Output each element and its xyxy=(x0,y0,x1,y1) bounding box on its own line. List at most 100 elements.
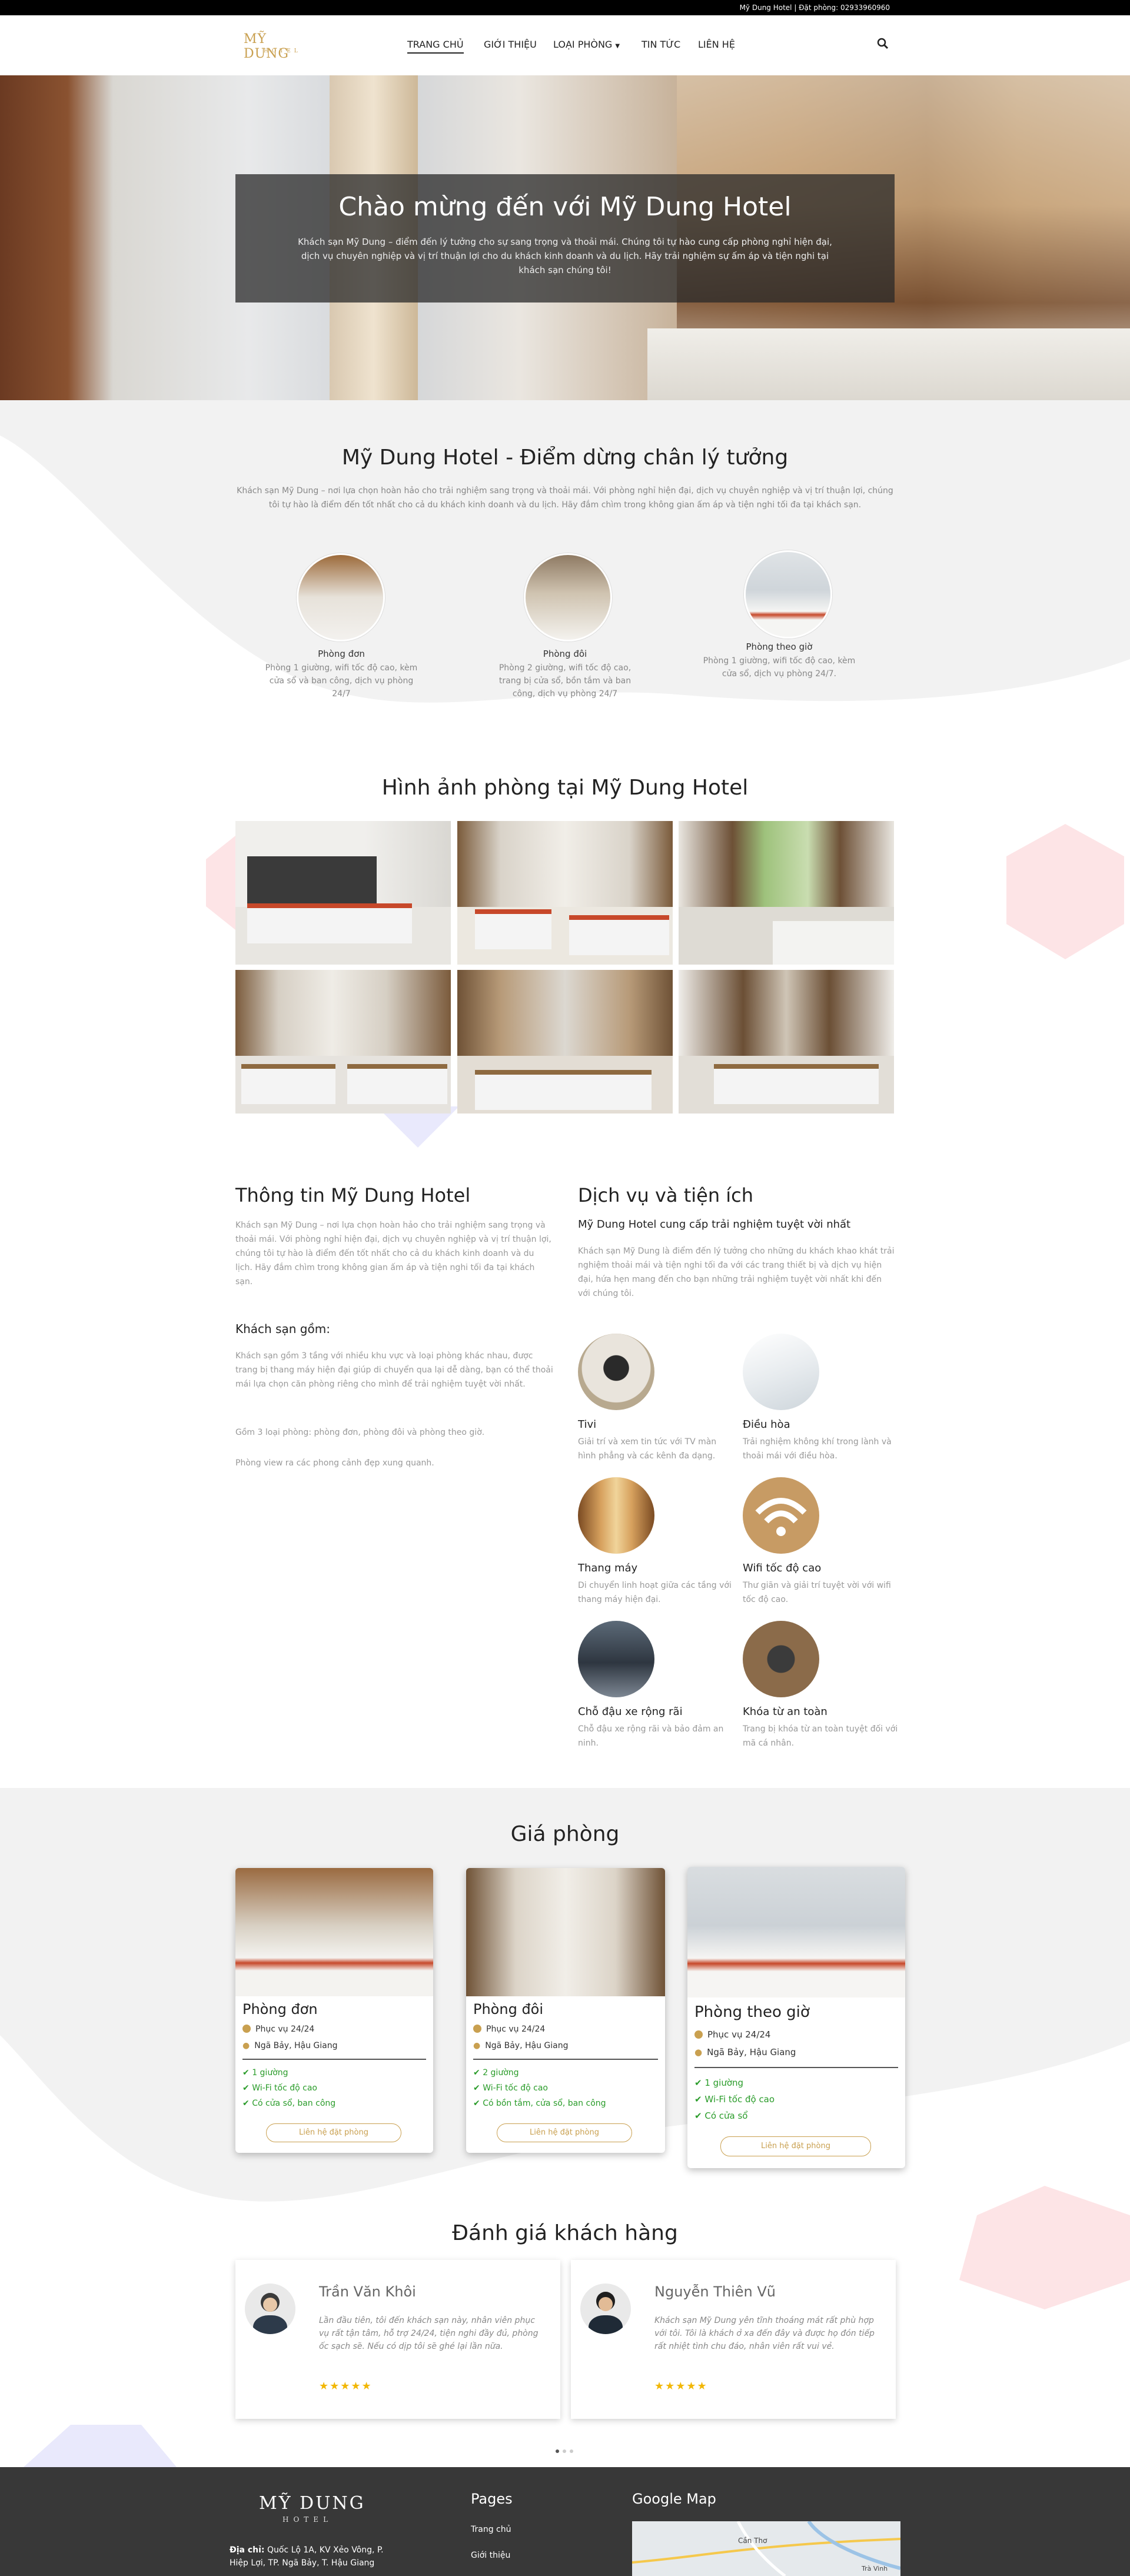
gallery-photo-1[interactable] xyxy=(235,821,451,965)
nav-news[interactable]: TIN TỨC xyxy=(642,39,680,50)
carousel-dots xyxy=(556,2449,574,2454)
location-pin-icon: ● xyxy=(473,2041,481,2050)
room-hourly-image[interactable] xyxy=(744,550,832,639)
rating-stars: ★★★★★ xyxy=(319,2380,373,2392)
service-ac-name: Điều hòa xyxy=(743,1418,790,1431)
hotel-logo[interactable]: MỸ DUNG HOTEL xyxy=(244,32,317,61)
gallery-photo-4[interactable] xyxy=(235,970,451,1114)
service-lock-name: Khóa từ an toàn xyxy=(743,1706,827,1718)
service-elevator-desc: Di chuyển linh hoạt giữa các tầng với th… xyxy=(578,1581,732,1604)
price-card-double-image xyxy=(466,1868,665,1996)
feature-3: ✔ Có cửa sổ, ban công xyxy=(242,2099,336,2108)
logo-sub: HOTEL xyxy=(264,48,301,54)
map-label-can-tho: Cần Thơ xyxy=(738,2537,767,2545)
price-card-hourly-location: ● Ngã Bảy, Hậu Giang xyxy=(694,2047,796,2058)
carousel-dot[interactable] xyxy=(563,2449,566,2453)
price-card-hourly-feature-3: Có cửa sổ xyxy=(704,2110,748,2121)
price-card-single-button[interactable]: Liên hệ đặt phòng xyxy=(266,2123,401,2142)
price-card-hourly: Phòng theo giờ Phục vụ 24/24 ● Ngã Bảy, H… xyxy=(687,1867,905,2168)
service-icon xyxy=(473,2025,481,2033)
room-single-image[interactable] xyxy=(297,553,385,641)
footer-map-title: Google Map xyxy=(632,2491,716,2507)
location-pin-icon: ● xyxy=(242,2041,250,2050)
price-card-double-feature-3: Có bồn tắm, cửa sổ, ban công xyxy=(483,2099,606,2108)
wifi-image xyxy=(743,1477,819,1554)
map-label-tra-vinh: Trà Vinh xyxy=(862,2565,888,2572)
service-tv-desc: Giải trí và xem tin tức với TV màn hình … xyxy=(578,1437,717,1461)
price-card-single-feature-1: 1 giường xyxy=(252,2068,288,2078)
gallery-photo-2[interactable] xyxy=(457,821,673,965)
price-card-single-service-text: Phục vụ 24/24 xyxy=(255,2025,315,2034)
about-subtitle: Khách sạn gồm: xyxy=(235,1322,330,1336)
price-card-hourly-button[interactable]: Liên hệ đặt phòng xyxy=(720,2136,871,2156)
nav-contact[interactable]: LIÊN HỆ xyxy=(698,39,735,50)
room-double-image[interactable] xyxy=(524,553,612,641)
services-title: Dịch vụ và tiện ích xyxy=(578,1184,754,1206)
footer-address-label: Địa chỉ: xyxy=(230,2545,265,2555)
search-icon[interactable] xyxy=(876,36,890,51)
about-p2: Khách sạn gồm 3 tầng với nhiều khu vực v… xyxy=(235,1351,553,1389)
price-card-hourly-image xyxy=(687,1867,905,1997)
price-card-single: Phòng đơn Phục vụ 24/24 ● Ngã Bảy, Hậu Gi… xyxy=(235,1868,433,2153)
top-bar: Mỹ Dung Hotel | Đặt phòng: 02933960960 xyxy=(0,0,1130,15)
carousel-dot-active[interactable] xyxy=(556,2449,559,2453)
tv-image xyxy=(578,1334,654,1410)
nav-home[interactable]: TRANG CHỦ xyxy=(407,39,464,54)
service-wifi-name: Wifi tốc độ cao xyxy=(743,1562,822,1574)
caret-down-icon: ▼ xyxy=(615,43,620,49)
price-card-double: Phòng đôi Phục vụ 24/24 ● Ngã Bảy, Hậu Gi… xyxy=(466,1868,665,2153)
price-card-hourly-divider xyxy=(694,2067,898,2068)
review-text: Lần đầu tiên, tôi đến khách sạn này, nhâ… xyxy=(319,2316,539,2351)
nav-room-types-label: LOẠI PHÒNG xyxy=(553,39,613,50)
map-roads xyxy=(632,2521,900,2576)
feature-2: ✔ Wi-Fi tốc độ cao xyxy=(473,2083,548,2093)
intro-title: Mỹ Dung Hotel - Điểm dừng chân lý tưởng xyxy=(341,446,789,470)
services-text: Khách sạn Mỹ Dung là điểm đến lý tưởng c… xyxy=(578,1247,895,1298)
feature-3: ✔ Có cửa sổ xyxy=(694,2110,748,2121)
price-card-single-location: ● Ngã Bảy, Hậu Giang xyxy=(242,2041,337,2050)
price-card-single-title: Phòng đơn xyxy=(242,2001,318,2017)
room-single-name: Phòng đơn xyxy=(318,649,365,659)
google-map[interactable]: Cần Thơ Trà Vinh xyxy=(632,2521,900,2576)
lock-image xyxy=(743,1621,819,1697)
nav-room-types[interactable]: LOẠI PHÒNG ▼ xyxy=(553,39,620,50)
price-card-hourly-service-text: Phục vụ 24/24 xyxy=(707,2029,771,2040)
service-wifi-desc: Thư giãn và giải trí tuyệt vời với wifi … xyxy=(743,1581,891,1604)
price-card-single-feature-2: Wi-Fi tốc độ cao xyxy=(252,2083,317,2093)
footer-logo-sub: HOTEL xyxy=(282,2515,333,2524)
footer-pages-title: Pages xyxy=(471,2491,513,2507)
price-card-single-feature-3: Có cửa sổ, ban công xyxy=(252,2099,336,2108)
review-card-2: Nguyễn Thiên Vũ Khách sạn Mỹ Dung yên tĩ… xyxy=(571,2260,896,2419)
parking-image xyxy=(578,1621,654,1697)
hero-text: Khách sạn Mỹ Dung – điểm đến lý tưởng ch… xyxy=(298,237,832,275)
top-bar-text: Mỹ Dung Hotel | Đặt phòng: 02933960960 xyxy=(739,4,890,12)
footer-logo-main: MỸ DUNG xyxy=(259,2493,365,2514)
gallery-photo-6[interactable] xyxy=(679,970,894,1114)
service-icon xyxy=(694,2030,703,2039)
service-ac-desc: Trải nghiệm không khí trong lành và thoả… xyxy=(743,1437,892,1461)
gallery-photo-5[interactable] xyxy=(457,970,673,1114)
feature-3: ✔ Có bồn tắm, cửa sổ, ban công xyxy=(473,2099,606,2108)
carousel-dot[interactable] xyxy=(570,2449,573,2453)
price-card-single-divider xyxy=(242,2059,426,2060)
feature-1: ✔ 1 giường xyxy=(242,2068,288,2078)
price-card-double-button[interactable]: Liên hệ đặt phòng xyxy=(497,2123,632,2142)
price-card-double-location: ● Ngã Bảy, Hậu Giang xyxy=(473,2041,568,2050)
price-card-double-feature-2: Wi-Fi tốc độ cao xyxy=(483,2083,548,2093)
footer-link-about[interactable]: Giới thiệu xyxy=(471,2551,510,2560)
room-double-name: Phòng đôi xyxy=(543,649,587,659)
footer-link-home[interactable]: Trang chủ xyxy=(471,2525,511,2534)
about-p4: Phòng view ra các phong cảnh đẹp xung qu… xyxy=(235,1458,434,1468)
service-elevator-name: Thang máy xyxy=(578,1562,638,1574)
reviews-title: Đánh giá khách hàng xyxy=(452,2221,678,2245)
review-text: Khách sạn Mỹ Dung yên tĩnh thoáng mát rấ… xyxy=(654,2316,875,2351)
review-card-1: Trần Văn Khôi Lần đầu tiên, tôi đến khác… xyxy=(235,2260,560,2419)
price-card-hourly-service: Phục vụ 24/24 xyxy=(694,2029,770,2040)
intro-text: Khách sạn Mỹ Dung – nơi lựa chọn hoàn hả… xyxy=(237,486,893,510)
service-parking-name: Chỗ đậu xe rộng rãi xyxy=(578,1706,683,1718)
feature-2: ✔ Wi-Fi tốc độ cao xyxy=(242,2083,317,2093)
decor-hexagon-lavender-bottom xyxy=(24,2425,177,2467)
nav-about[interactable]: GIỚI THIỆU xyxy=(484,39,537,50)
gallery-photo-3[interactable] xyxy=(679,821,894,965)
service-icon xyxy=(242,2025,251,2033)
